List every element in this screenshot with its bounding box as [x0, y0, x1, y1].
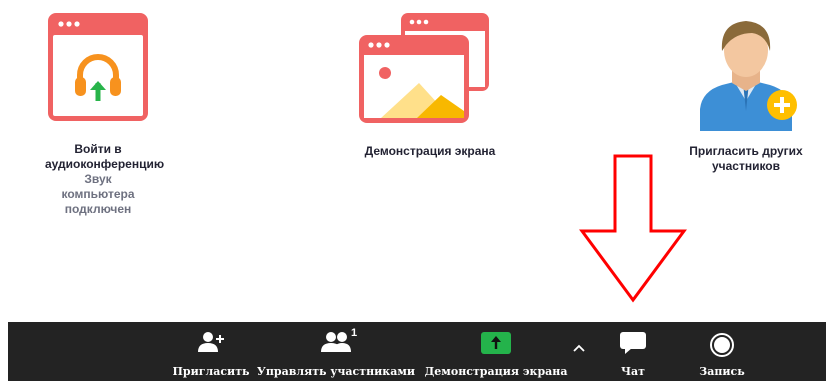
participants-count-badge: 1: [351, 327, 358, 339]
record-button[interactable]: Запись: [692, 322, 752, 381]
chat-button[interactable]: Чат: [613, 322, 653, 381]
add-person-icon: [198, 332, 224, 352]
chat-button-label: Чат: [621, 365, 645, 378]
manage-participants-label: Управлять участниками: [256, 365, 416, 378]
headphones-icon: [48, 13, 148, 121]
share-options-button[interactable]: [568, 322, 590, 381]
share-screen-label: Демонстрация экрана: [424, 365, 568, 378]
screen-share-icon: [359, 13, 489, 123]
manage-participants-button[interactable]: 1 Управлять участниками: [254, 322, 418, 381]
meeting-toolbar: Пригласить 1 Управлять участниками Демон…: [8, 322, 826, 381]
audio-status-text: Звук компьютера подключен: [61, 172, 135, 216]
invite-title: Пригласить других участников: [689, 144, 803, 173]
avatar-add-icon: [700, 21, 797, 131]
invite-button[interactable]: Пригласить: [168, 322, 254, 381]
record-icon: [710, 333, 734, 357]
share-screen-button[interactable]: Демонстрация экрана: [420, 322, 572, 381]
participants-icon: [321, 332, 351, 352]
share-screen-title: Демонстрация экрана: [364, 144, 496, 158]
share-screen-icon: [481, 332, 511, 354]
chevron-up-icon: [573, 344, 585, 352]
invite-button-label: Пригласить: [172, 365, 250, 378]
join-audio-title: Войти в аудиоконференцию: [45, 142, 165, 171]
red-down-arrow-icon: [579, 154, 687, 303]
record-button-label: Запись: [699, 365, 745, 378]
chat-bubble-icon: [620, 332, 646, 354]
